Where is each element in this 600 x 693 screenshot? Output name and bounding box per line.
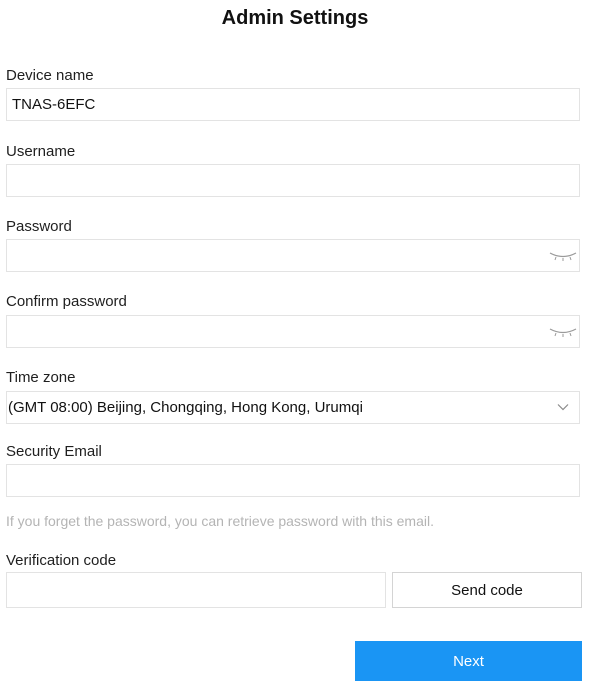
chevron-down-icon xyxy=(557,404,569,411)
verification-code-input[interactable] xyxy=(6,572,386,608)
next-button[interactable]: Next xyxy=(355,641,582,681)
page-title: Admin Settings xyxy=(221,7,369,29)
security-email-input[interactable] xyxy=(6,464,580,497)
send-code-button[interactable]: Send code xyxy=(392,572,582,608)
time-zone-label: Time zone xyxy=(6,369,76,386)
eye-closed-icon[interactable] xyxy=(548,250,578,262)
password-input[interactable] xyxy=(6,239,580,272)
confirm-password-label: Confirm password xyxy=(6,293,127,310)
device-name-field[interactable]: TNAS-6EFC xyxy=(6,88,580,121)
time-zone-selected-value: (GMT 08:00) Beijing, Chongqing, Hong Kon… xyxy=(8,399,363,416)
eye-closed-icon[interactable] xyxy=(548,326,578,338)
confirm-password-input[interactable] xyxy=(6,315,580,348)
security-email-label: Security Email xyxy=(6,443,102,460)
password-label: Password xyxy=(6,218,72,235)
device-name-label: Device name xyxy=(6,67,94,84)
verification-code-label: Verification code xyxy=(6,552,117,569)
time-zone-select[interactable]: (GMT 08:00) Beijing, Chongqing, Hong Kon… xyxy=(6,391,580,424)
username-label: Username xyxy=(6,143,76,160)
username-input[interactable] xyxy=(6,164,580,197)
security-email-hint: If you forget the password, you can retr… xyxy=(6,513,434,529)
